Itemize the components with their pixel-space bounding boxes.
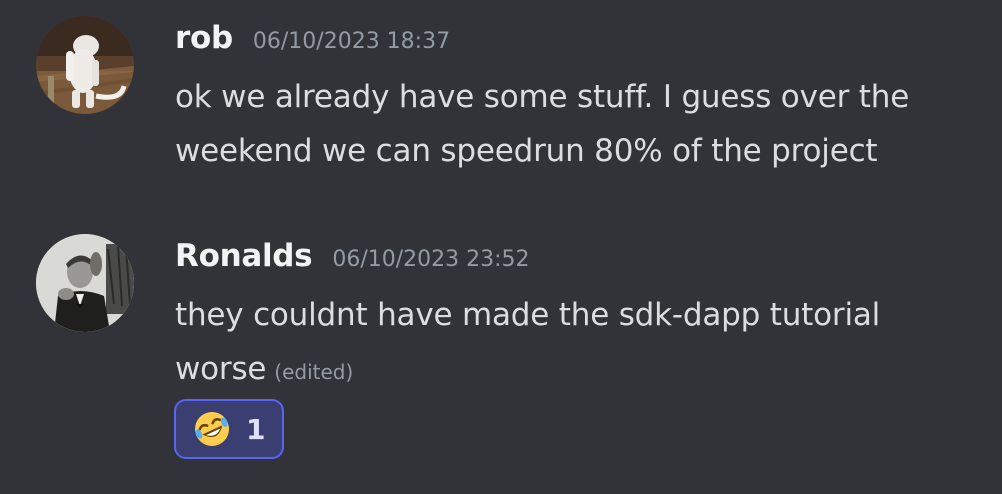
message-header: Ronalds 06/10/2023 23:52 xyxy=(175,238,530,278)
timestamp[interactable]: 06/10/2023 23:52 xyxy=(332,247,529,272)
username[interactable]: Ronalds xyxy=(175,238,313,274)
avatar[interactable] xyxy=(36,234,134,332)
chat-message-list: rob 06/10/2023 18:37 ok we already have … xyxy=(0,0,1002,494)
message-content: ok we already have some stuff. I guess o… xyxy=(175,70,975,178)
message-text-line: weekend we can speedrun 80% of the proje… xyxy=(175,133,878,169)
reaction-count: 1 xyxy=(246,412,266,446)
avatar-image xyxy=(36,234,134,332)
username[interactable]: rob xyxy=(175,20,233,56)
rolling-on-floor-laughing-icon xyxy=(195,412,229,446)
message-text-line: they couldnt have made the sdk-dapp tuto… xyxy=(175,297,881,333)
message-header: rob 06/10/2023 18:37 xyxy=(175,20,450,60)
avatar[interactable] xyxy=(36,16,134,114)
chat-message: rob 06/10/2023 18:37 ok we already have … xyxy=(0,0,1002,200)
avatar-image xyxy=(36,16,134,114)
timestamp[interactable]: 06/10/2023 18:37 xyxy=(253,29,450,54)
chat-message: Ronalds 06/10/2023 23:52 they couldnt ha… xyxy=(0,218,1002,478)
message-text-line: ok we already have some stuff. I guess o… xyxy=(175,79,910,115)
message-text-fragment: worse xyxy=(175,351,267,387)
reaction-button[interactable]: 1 xyxy=(174,399,284,459)
message-content: they couldnt have made the sdk-dapp tuto… xyxy=(175,288,975,399)
edited-label: (edited) xyxy=(274,360,354,384)
message-text-line: worse (edited) xyxy=(175,342,975,399)
